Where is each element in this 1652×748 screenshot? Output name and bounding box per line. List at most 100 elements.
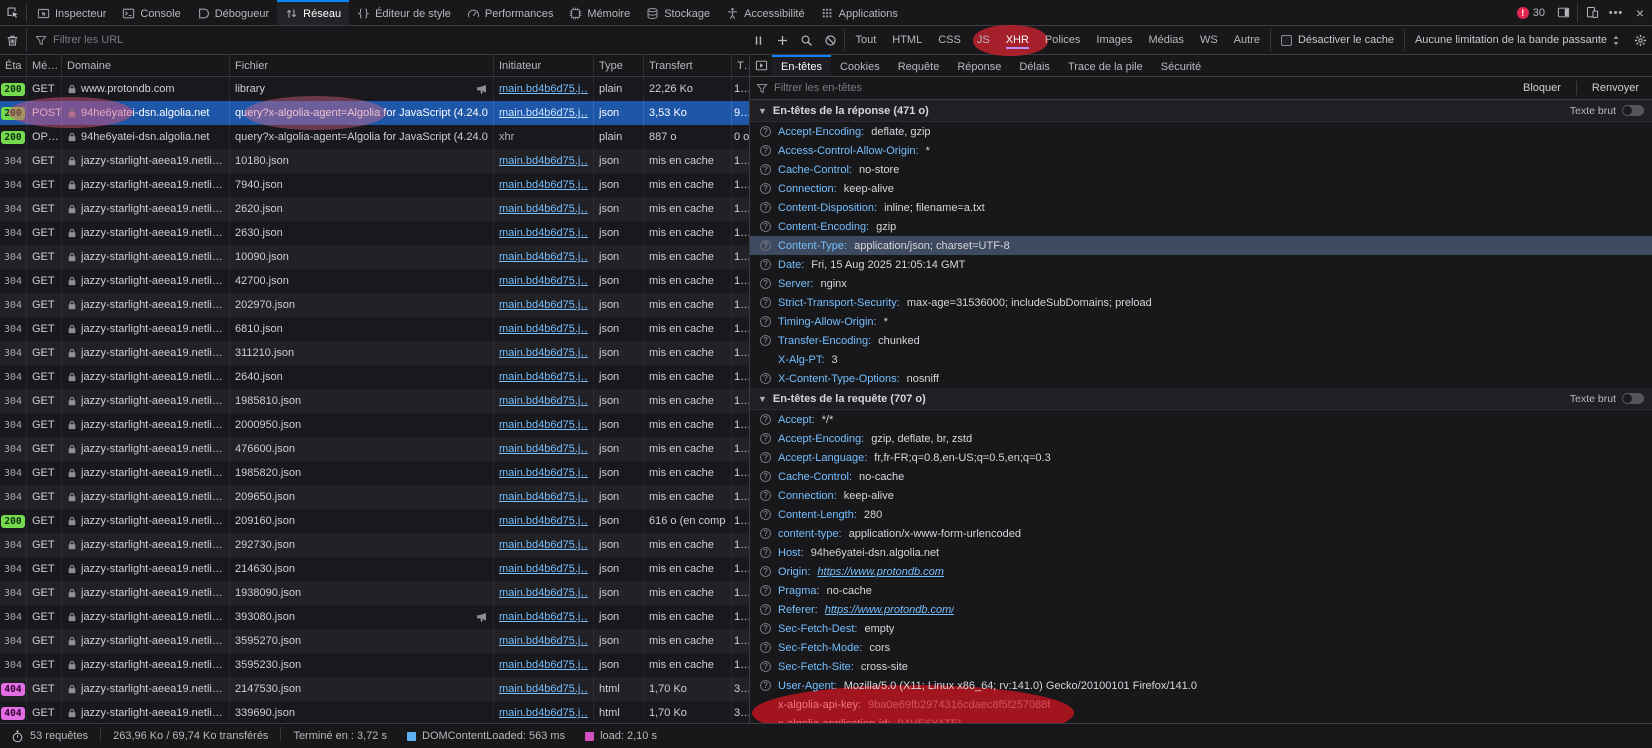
help-question-icon[interactable]: ? (760, 240, 771, 251)
filter-chip-images[interactable]: Images (1089, 28, 1139, 52)
resend-button[interactable]: Renvoyer (1585, 82, 1646, 94)
help-question-icon[interactable]: ? (760, 471, 771, 482)
header-row[interactable]: ?Cache-Control:no-cache (750, 467, 1652, 486)
devtools-tab-stockage[interactable]: Stockage (638, 0, 718, 25)
request-row[interactable]: 304GETjazzy-starlight-aeea19.netli…2640.… (0, 365, 749, 389)
help-question-icon[interactable]: ? (760, 604, 771, 615)
request-row[interactable]: 200POST94he6yatei-dsn.algolia.netquery?x… (0, 101, 749, 125)
initiator-link[interactable]: main.bd4b6d75.j… (499, 341, 588, 365)
header-row[interactable]: ?Timing-Allow-Origin:* (750, 312, 1652, 331)
new-request-icon[interactable] (770, 26, 794, 54)
initiator-link[interactable]: main.bd4b6d75.j… (499, 461, 588, 485)
help-question-icon[interactable]: ? (760, 183, 771, 194)
devtools-tab-console[interactable]: Console (114, 0, 188, 25)
raw-toggle[interactable]: Texte brut (1570, 393, 1644, 405)
header-row[interactable]: ?Origin:https://www.protondb.com (750, 562, 1652, 581)
request-row[interactable]: 304GETjazzy-starlight-aeea19.netli…10180… (0, 149, 749, 173)
help-question-icon[interactable]: ? (760, 661, 771, 672)
close-devtools-icon[interactable]: × (1628, 0, 1652, 25)
header-row[interactable]: ?Content-Disposition:inline; filename=a.… (750, 198, 1652, 217)
help-question-icon[interactable]: ? (760, 278, 771, 289)
details-tab-r-ponse[interactable]: Réponse (948, 55, 1010, 76)
help-question-icon[interactable]: ? (760, 566, 771, 577)
help-question-icon[interactable]: ? (760, 126, 771, 137)
initiator-link[interactable]: main.bd4b6d75.j… (499, 581, 588, 605)
console-error-badge[interactable]: ! 30 (1511, 0, 1551, 25)
help-question-icon[interactable]: ? (760, 297, 771, 308)
requests-count[interactable]: 53 requêtes (0, 729, 98, 743)
section-header[interactable]: ▼En-têtes de la réponse (471 o)Texte bru… (750, 100, 1652, 122)
filter-chip-polices[interactable]: Polices (1038, 28, 1087, 52)
header-row[interactable]: ?Content-Length:280 (750, 505, 1652, 524)
initiator-link[interactable]: main.bd4b6d75.j… (499, 389, 588, 413)
initiator-link[interactable]: main.bd4b6d75.j… (499, 485, 588, 509)
help-question-icon[interactable]: ? (760, 145, 771, 156)
help-question-icon[interactable]: ? (760, 259, 771, 270)
request-row[interactable]: 304GETjazzy-starlight-aeea19.netli…10090… (0, 245, 749, 269)
request-row[interactable]: 304GETjazzy-starlight-aeea19.netli…39308… (0, 605, 749, 629)
request-row[interactable]: 304GETjazzy-starlight-aeea19.netli…20009… (0, 413, 749, 437)
help-question-icon[interactable]: ? (760, 547, 771, 558)
help-question-icon[interactable]: ? (760, 373, 771, 384)
header-row[interactable]: ?Pragma:no-cache (750, 581, 1652, 600)
column-header[interactable]: Initiateur (494, 55, 594, 76)
throttling-select[interactable]: Aucune limitation de la bande passante (1407, 26, 1628, 54)
help-question-icon[interactable]: ? (760, 452, 771, 463)
help-question-icon[interactable]: ? (760, 164, 771, 175)
request-row[interactable]: 304GETjazzy-starlight-aeea19.netli…20297… (0, 293, 749, 317)
initiator-link[interactable]: main.bd4b6d75.j… (499, 677, 588, 701)
element-picker-icon[interactable] (0, 0, 24, 25)
initiator-link[interactable]: main.bd4b6d75.j… (499, 77, 588, 101)
header-row[interactable]: ?Accept:*/* (750, 410, 1652, 429)
block-request-icon[interactable] (818, 26, 842, 54)
request-row[interactable]: 200OP…94he6yatei-dsn.algolia.netquery?x-… (0, 125, 749, 149)
header-row[interactable]: ?Sec-Fetch-Site:cross-site (750, 657, 1652, 676)
initiator-link[interactable]: main.bd4b6d75.j… (499, 653, 588, 677)
filter-chip-tout[interactable]: Tout (848, 28, 883, 52)
initiator-link[interactable]: main.bd4b6d75.j… (499, 221, 588, 245)
header-row[interactable]: x-algolia-application-id:94HE6YATEI (750, 714, 1652, 723)
header-row[interactable]: ?Accept-Encoding:deflate, gzip (750, 122, 1652, 141)
column-header[interactable]: Éta (0, 55, 27, 76)
column-header[interactable]: T… (732, 55, 750, 76)
initiator-link[interactable]: main.bd4b6d75.j… (499, 101, 588, 125)
search-icon[interactable] (794, 26, 818, 54)
initiator-link[interactable]: main.bd4b6d75.j… (499, 605, 588, 629)
initiator-link[interactable]: main.bd4b6d75.j… (499, 197, 588, 221)
header-row[interactable]: ?Access-Control-Allow-Origin:* (750, 141, 1652, 160)
header-row[interactable]: ?Connection:keep-alive (750, 179, 1652, 198)
initiator-link[interactable]: main.bd4b6d75.j… (499, 149, 588, 173)
devtools-tab-performances[interactable]: Performances (459, 0, 561, 25)
details-tab-cookies[interactable]: Cookies (831, 55, 889, 76)
header-row[interactable]: ?Server:nginx (750, 274, 1652, 293)
header-row[interactable]: ?Transfer-Encoding:chunked (750, 331, 1652, 350)
request-row[interactable]: 304GETjazzy-starlight-aeea19.netli…19858… (0, 389, 749, 413)
help-question-icon[interactable]: ? (760, 585, 771, 596)
devtools-tab-inspecteur[interactable]: Inspecteur (29, 0, 114, 25)
request-row[interactable]: 304GETjazzy-starlight-aeea19.netli…7940.… (0, 173, 749, 197)
initiator-link[interactable]: main.bd4b6d75.j… (499, 293, 588, 317)
details-tab-trace-de-la-pile[interactable]: Trace de la pile (1059, 55, 1152, 76)
clear-requests-icon[interactable] (0, 26, 24, 54)
disable-cache-checkbox[interactable] (1281, 35, 1292, 46)
initiator-link[interactable]: main.bd4b6d75.j… (499, 509, 588, 533)
headers-filter-input[interactable] (774, 82, 1510, 94)
request-row[interactable]: 304GETjazzy-starlight-aeea19.netli…6810.… (0, 317, 749, 341)
header-row[interactable]: x-algolia-api-key:9ba0e69fb2974316cdaec8… (750, 695, 1652, 714)
devtools-tab-m-moire[interactable]: Mémoire (561, 0, 638, 25)
split-pane-icon[interactable] (750, 55, 772, 76)
help-question-icon[interactable]: ? (760, 316, 771, 327)
dock-sidebar-icon[interactable] (1551, 0, 1575, 25)
initiator-link[interactable]: main.bd4b6d75.j… (499, 533, 588, 557)
header-row[interactable]: ?Content-Type:application/json; charset=… (750, 236, 1652, 255)
details-tab-d-lais[interactable]: Délais (1010, 55, 1059, 76)
column-header[interactable]: Domaine (62, 55, 230, 76)
request-row[interactable]: 304GETjazzy-starlight-aeea19.netli…47660… (0, 437, 749, 461)
help-question-icon[interactable]: ? (760, 414, 771, 425)
request-row[interactable]: 304GETjazzy-starlight-aeea19.netli…2620.… (0, 197, 749, 221)
header-value-link[interactable]: https://www.protondb.com/ (825, 604, 955, 616)
request-row[interactable]: 304GETjazzy-starlight-aeea19.netli…19380… (0, 581, 749, 605)
block-button[interactable]: Bloquer (1516, 82, 1568, 94)
filter-chip-css[interactable]: CSS (931, 28, 968, 52)
request-row[interactable]: 304GETjazzy-starlight-aeea19.netli…2630.… (0, 221, 749, 245)
